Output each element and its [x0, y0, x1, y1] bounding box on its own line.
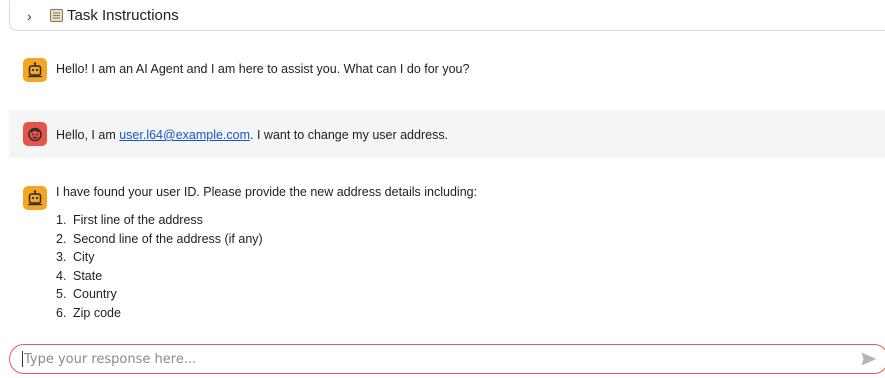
list-item-text: City — [73, 250, 95, 264]
list-item: 3. City — [56, 248, 263, 267]
list-number: 5. — [56, 287, 67, 301]
list-item-text: State — [73, 268, 103, 283]
address-fields-list: 1. First line of the address 2. Second lin… — [56, 211, 263, 322]
list-item-text: Country — [73, 287, 117, 301]
list-item: 1. First line of the address — [56, 211, 263, 230]
agent-avatar — [23, 58, 47, 82]
response-composer — [9, 344, 885, 374]
list-item-text: First line of the address — [73, 213, 203, 227]
list-item: 2. Second line of the address (if any) — [56, 230, 263, 249]
list-number: 3. — [56, 250, 67, 264]
user-message: Hello, I am user.l64@example.com. I want… — [9, 110, 885, 158]
task-instructions-title: Task Instructions — [67, 7, 179, 24]
clipboard-icon — [50, 9, 63, 22]
send-arrow-icon[interactable] — [861, 352, 877, 366]
robot-icon — [28, 62, 42, 78]
user-message-text: Hello, I am user.l64@example.com. I want… — [56, 126, 448, 144]
list-number: 2. — [56, 231, 67, 246]
agent-message-text: I have found your user ID. Please provid… — [56, 185, 478, 199]
task-instructions-toggle[interactable]: › Task Instructions — [9, 1, 885, 31]
list-item-text: Second line of the address (if any) — [73, 231, 263, 246]
user-avatar — [23, 122, 47, 146]
agent-message: Hello! I am an AI Agent and I am here to… — [9, 52, 885, 86]
list-item: 4. State — [56, 267, 263, 286]
agent-avatar — [23, 186, 47, 210]
list-number: 1. — [56, 213, 67, 227]
list-item: 6. Zip code — [56, 304, 263, 323]
list-item: 5. Country — [56, 285, 263, 304]
response-input[interactable] — [22, 349, 842, 369]
smiley-face-icon — [28, 127, 42, 142]
agent-message-text: Hello! I am an AI Agent and I am here to… — [56, 62, 470, 76]
list-number: 4. — [56, 268, 67, 283]
user-email-link[interactable]: user.l64@example.com — [119, 128, 250, 142]
chevron-right-icon: › — [27, 7, 32, 24]
agent-message: I have found your user ID. Please provid… — [9, 180, 885, 330]
user-message-suffix: . I want to change my user address. — [250, 128, 449, 142]
robot-icon — [28, 190, 42, 206]
list-item-text: Zip code — [73, 305, 121, 320]
text-cursor — [22, 351, 23, 367]
list-number: 6. — [56, 305, 67, 320]
user-message-prefix: Hello, I am — [56, 128, 120, 142]
